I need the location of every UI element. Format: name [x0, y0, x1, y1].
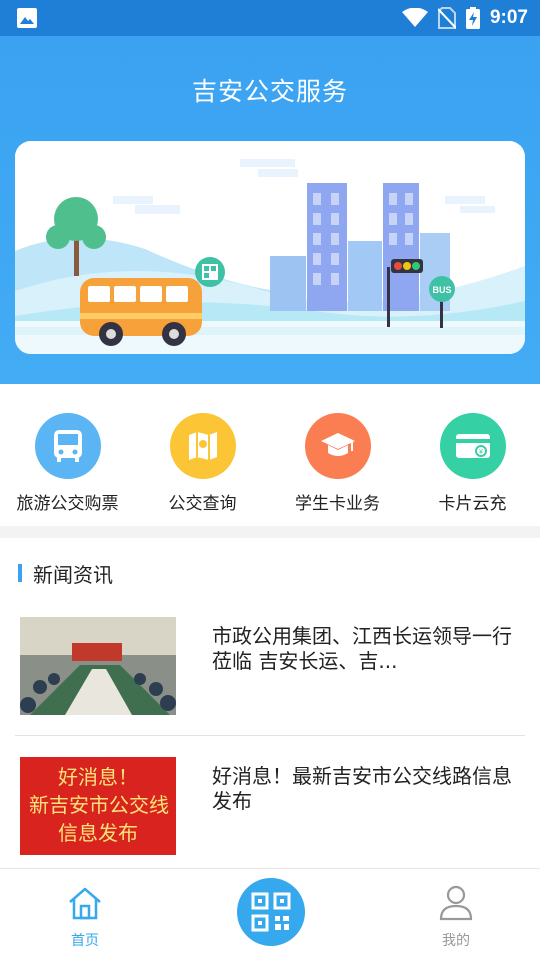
bus-stop-sign-text: BUS [432, 285, 451, 295]
status-bar: 9:07 [0, 0, 540, 36]
menu-item-student-card[interactable]: 学生卡业务 [270, 384, 405, 526]
nav-home-label: 首页 [71, 933, 99, 949]
menu-item-label: 卡片云充 [438, 494, 507, 514]
news-section-header: 新闻资讯 [0, 552, 540, 596]
menu-item-label: 旅游公交购票 [16, 494, 119, 514]
card-recharge-icon: ¥ [439, 413, 506, 479]
news-thumbnail [20, 617, 176, 715]
map-icon [169, 413, 236, 479]
wifi-icon [401, 8, 428, 27]
bus-icon [34, 413, 101, 479]
graduation-cap-icon [304, 413, 371, 479]
home-icon [69, 887, 101, 920]
menu-item-tour-bus-ticket[interactable]: 旅游公交购票 [0, 384, 135, 526]
qr-code-icon [251, 892, 291, 932]
news-list-item[interactable]: 好消息！ 新吉安市公交线 信息发布 好消息！最新吉安市公交线路信息发布 [0, 745, 540, 875]
svg-text:¥: ¥ [479, 449, 483, 456]
thumbnail-text: 好消息！ [58, 765, 138, 789]
user-icon [439, 885, 473, 921]
service-menu: 旅游公交购票 公交查询 学生卡业务 ¥ 卡片云充 [0, 384, 540, 526]
nav-mine[interactable]: 我的 [396, 869, 516, 961]
scan-qr-button[interactable] [237, 878, 305, 946]
menu-item-label: 公交查询 [168, 494, 237, 514]
banner-illustration: BUS [15, 141, 525, 354]
thumbnail-text: 新吉安市公交线 [29, 793, 169, 817]
header: 吉安公交服务 BUS [0, 36, 540, 384]
news-headline: 市政公用集团、江西长运领导一行莅临 吉安长运、吉... [212, 624, 512, 673]
nav-mine-label: 我的 [442, 933, 470, 949]
section-accent-bar [18, 564, 22, 582]
news-list-item[interactable]: 市政公用集团、江西长运领导一行莅临 吉安长运、吉... [0, 604, 540, 734]
nav-home[interactable]: 首页 [25, 869, 145, 961]
menu-item-card-recharge[interactable]: ¥ 卡片云充 [405, 384, 540, 526]
news-section-title: 新闻资讯 [33, 563, 113, 587]
image-icon [17, 8, 37, 28]
thumbnail-text: 信息发布 [58, 821, 138, 845]
no-sim-icon [437, 7, 456, 29]
news-divider [15, 735, 525, 736]
status-time: 9:07 [489, 7, 528, 28]
battery-charging-icon [465, 7, 480, 29]
section-divider [0, 526, 540, 538]
banner[interactable]: BUS [15, 141, 525, 354]
news-headline: 好消息！最新吉安市公交线路信息发布 [212, 764, 512, 813]
page-title: 吉安公交服务 [191, 77, 348, 106]
menu-item-label: 学生卡业务 [295, 494, 380, 514]
news-thumbnail: 好消息！ 新吉安市公交线 信息发布 [20, 757, 176, 855]
menu-item-bus-query[interactable]: 公交查询 [135, 384, 270, 526]
